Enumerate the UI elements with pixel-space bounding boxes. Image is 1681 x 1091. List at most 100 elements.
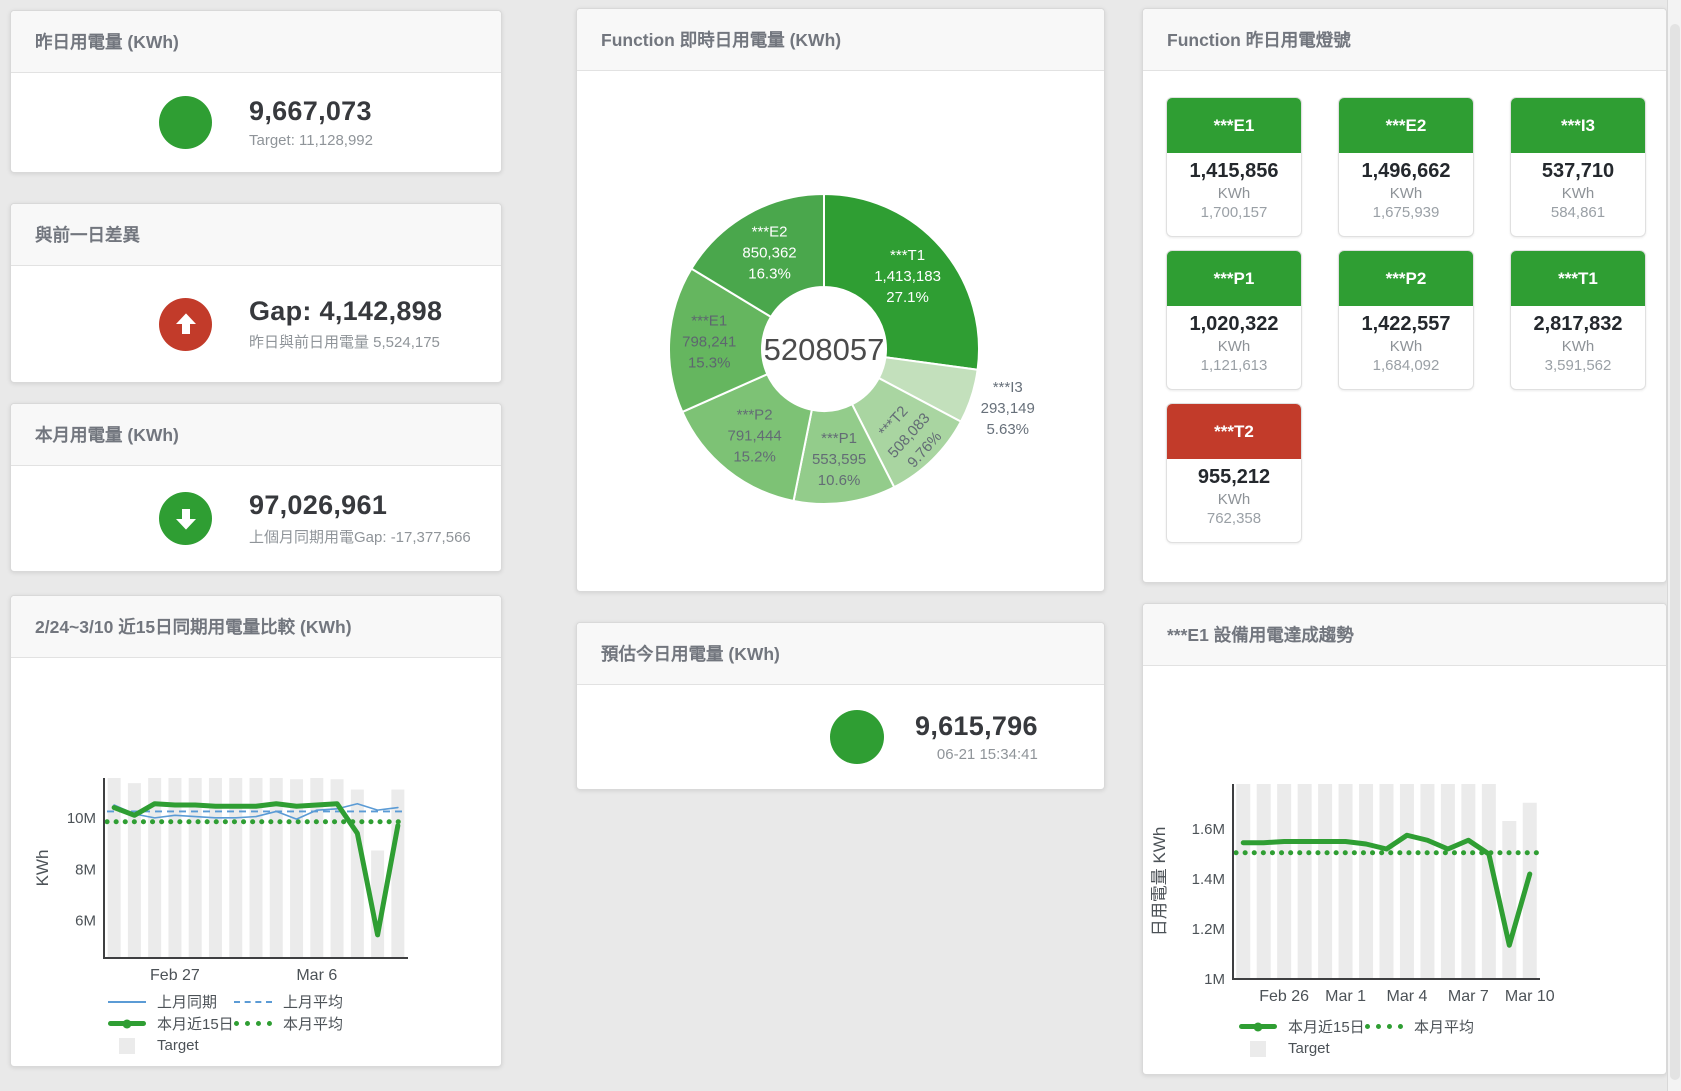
realtime-usage-donut-chart[interactable]: ***T11,413,18327.1%***I3293,1495.63%***T… <box>577 71 1106 593</box>
arrow-down-circle-icon <box>159 492 212 545</box>
stat-subtext: Target: 11,128,992 <box>249 132 373 149</box>
tile-body: 1,496,662 KWh 1,675,939 <box>1339 153 1473 221</box>
legend-label: Target <box>1288 1040 1330 1057</box>
target-bar <box>1441 784 1455 979</box>
target-bar <box>1359 784 1373 979</box>
tile-target: 1,700,157 <box>1167 204 1301 221</box>
target-bar <box>1318 784 1332 979</box>
tile-target: 1,675,939 <box>1339 204 1473 221</box>
panel-title[interactable]: 昨日用電量 (KWh) <box>35 29 179 54</box>
legend-item[interactable]: 本月平均 <box>234 1013 343 1034</box>
legend-thick-marker <box>1239 1024 1277 1029</box>
light-tile-P2: ***P2 1,422,557 KWh 1,684,092 <box>1338 250 1474 390</box>
tile-value: 1,020,322 <box>1167 313 1301 336</box>
legend-dotted-marker <box>1365 1024 1403 1029</box>
legend-target-swatch <box>1250 1041 1266 1057</box>
tile-target: 1,684,092 <box>1339 357 1473 374</box>
target-bar <box>1380 784 1394 979</box>
legend-label: 本月近15日 <box>157 1013 234 1034</box>
light-tile-E2: ***E2 1,496,662 KWh 1,675,939 <box>1338 97 1474 237</box>
panel-title[interactable]: Function 昨日用電燈號 <box>1167 27 1351 52</box>
x-tick-label: Feb 26 <box>1259 988 1309 1005</box>
stat-subtext: 昨日與前日用電量 5,524,175 <box>249 331 442 352</box>
arrow-up-circle-icon <box>159 298 212 351</box>
x-tick-label: Mar 4 <box>1387 988 1428 1005</box>
tile-status-header: ***E1 <box>1167 98 1301 153</box>
panel-title[interactable]: Function 即時日用電量 (KWh) <box>601 27 841 52</box>
light-tile-P1: ***P11,020,322KWh1,121,613 <box>1166 250 1302 390</box>
compare-chart-legend: 上月同期 上月平均本月近15日本月平均 Target <box>108 994 343 1060</box>
panel-header: ***E1 設備用電達成趨勢 <box>1143 604 1666 666</box>
green-circle-icon <box>830 710 884 764</box>
panel-title[interactable]: 本月用電量 (KWh) <box>35 422 179 447</box>
trend-chart-legend: 本月近15日 本月平均 Target <box>1239 1019 1474 1063</box>
light-tile-E1: ***E11,415,856KWh1,700,157 <box>1166 97 1302 237</box>
legend-item[interactable]: 本月近15日 <box>1239 1016 1365 1037</box>
target-bar <box>1400 784 1414 979</box>
panel-compare-chart: 2/24~3/10 近15日同期用電量比較 (KWh) 6M8M10MFeb 2… <box>10 595 502 1067</box>
tile-status-header: ***T2 <box>1167 404 1301 459</box>
tile-status-header: ***T1 <box>1511 251 1645 306</box>
legend-label: 上月平均 <box>283 991 343 1012</box>
scrollbar-thumb[interactable] <box>1670 24 1680 1080</box>
legend-label: 本月平均 <box>1414 1016 1474 1037</box>
legend-item[interactable]: 本月近15日 <box>108 1013 234 1034</box>
panel-header: Function 昨日用電燈號 <box>1143 9 1666 71</box>
light-tile-T2: ***T2955,212KWh762,358 <box>1166 403 1302 543</box>
tile-body: 1,020,322KWh1,121,613 <box>1167 306 1301 374</box>
panel-title[interactable]: 預估今日用電量 (KWh) <box>601 641 780 666</box>
y-tick-label: 1.4M <box>1192 871 1225 888</box>
tile-body: 1,415,856KWh1,700,157 <box>1167 153 1301 221</box>
tile-unit: KWh <box>1167 185 1301 202</box>
x-tick-label: Mar 10 <box>1505 988 1555 1005</box>
tile-status-header: ***P2 <box>1339 251 1473 306</box>
panel-title[interactable]: ***E1 設備用電達成趨勢 <box>1167 622 1354 647</box>
e1-trend-chart[interactable]: 1M1.2M1.4M1.6MFeb 26Mar 1Mar 4Mar 7Mar 1… <box>1143 666 1668 1076</box>
stat-body: 97,026,961 上個月同期用電Gap: -17,377,566 <box>11 466 501 571</box>
lights-grid: ***E11,415,856KWh1,700,157***E21,496,662… <box>1143 71 1666 582</box>
x-tick-label: Mar 6 <box>296 967 337 984</box>
panel-realtime-donut: Function 即時日用電量 (KWh) ***T11,413,18327.1… <box>576 8 1105 592</box>
target-bar <box>1461 784 1475 979</box>
y-tick-label: 1M <box>1204 971 1225 988</box>
legend-item[interactable]: 上月平均 <box>234 991 343 1012</box>
x-tick-label: Mar 1 <box>1325 988 1366 1005</box>
tile-status-header: ***I3 <box>1511 98 1645 153</box>
stat-body: 9,615,796 06-21 15:34:41 <box>577 685 1104 789</box>
legend-target-swatch <box>119 1038 135 1054</box>
stat-value: 97,026,961 <box>249 490 471 521</box>
legend-dotted-marker <box>234 1021 272 1026</box>
stat-body: Gap: 4,142,898 昨日與前日用電量 5,524,175 <box>11 266 501 382</box>
stat-value: 9,667,073 <box>249 96 373 127</box>
tile-unit: KWh <box>1167 338 1301 355</box>
target-bar <box>1236 784 1250 979</box>
y-tick-label: 8M <box>75 861 96 878</box>
target-bar <box>1298 784 1312 979</box>
legend-item[interactable]: 上月同期 <box>108 991 234 1012</box>
stat-value: Gap: 4,142,898 <box>249 296 442 327</box>
tile-value: 1,496,662 <box>1339 160 1473 183</box>
tile-unit: KWh <box>1339 185 1473 202</box>
legend-item[interactable]: Target <box>1239 1040 1330 1057</box>
stat-subtext: 06-21 15:34:41 <box>915 746 1038 763</box>
panel-e1-trend-chart: ***E1 設備用電達成趨勢 1M1.2M1.4M1.6MFeb 26Mar 1… <box>1142 603 1667 1075</box>
stat-value: 9,615,796 <box>915 711 1038 742</box>
panel-title[interactable]: 與前一日差異 <box>35 222 140 247</box>
tile-body: 2,817,832KWh3,591,562 <box>1511 306 1645 374</box>
panel-header: 預估今日用電量 (KWh) <box>577 623 1104 685</box>
y-tick-label: 10M <box>67 810 96 827</box>
target-bar <box>1277 784 1291 979</box>
panel-header: 2/24~3/10 近15日同期用電量比較 (KWh) <box>11 596 501 658</box>
legend-item[interactable]: 本月平均 <box>1365 1016 1474 1037</box>
tile-status-header: ***E2 <box>1339 98 1473 153</box>
panel-month-usage: 本月用電量 (KWh) 97,026,961 上個月同期用電Gap: -17,3… <box>10 403 502 572</box>
legend-line-marker <box>108 1001 146 1003</box>
vertical-scrollbar[interactable] <box>1667 0 1681 1091</box>
tile-value: 2,817,832 <box>1511 313 1645 336</box>
legend-item[interactable]: Target <box>108 1037 199 1054</box>
tile-value: 1,422,557 <box>1339 313 1473 336</box>
tile-unit: KWh <box>1339 338 1473 355</box>
target-bar <box>1420 784 1434 979</box>
panel-title[interactable]: 2/24~3/10 近15日同期用電量比較 (KWh) <box>35 614 352 639</box>
panel-header: 與前一日差異 <box>11 204 501 266</box>
